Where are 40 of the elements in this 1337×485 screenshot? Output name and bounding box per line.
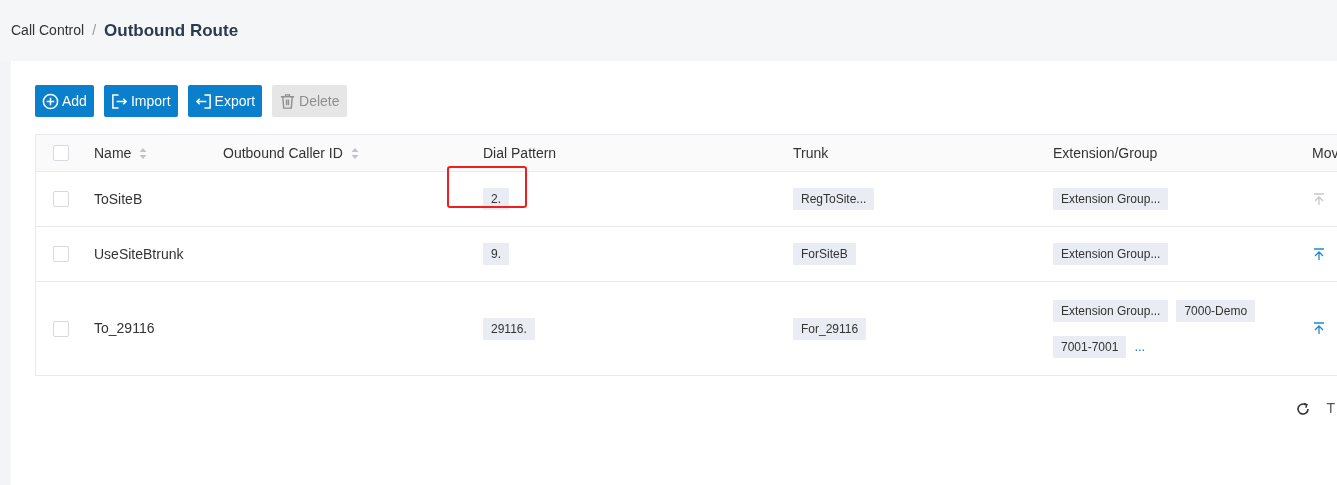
plus-circle-icon xyxy=(42,92,59,110)
column-header: Outbound Caller ID xyxy=(223,143,343,163)
tag: 7000-Demo xyxy=(1176,299,1256,322)
tag: 2. xyxy=(483,188,509,210)
export-icon xyxy=(194,92,212,110)
breadcrumb-link[interactable]: Call Control xyxy=(11,20,85,41)
checkbox[interactable] xyxy=(53,191,69,207)
tag: Extension Group... xyxy=(1053,299,1169,322)
trash-icon xyxy=(279,92,297,110)
tag: 9. xyxy=(483,243,509,265)
refresh-icon[interactable] xyxy=(1296,401,1311,416)
import-button[interactable]: Import xyxy=(103,85,178,117)
column-header: Extension/Group xyxy=(1053,143,1158,163)
column-header: Name xyxy=(94,143,132,163)
tag: Extension Group... xyxy=(1053,243,1169,265)
footer-text: T xyxy=(1326,399,1335,418)
move-to-top-icon[interactable] xyxy=(1313,247,1325,261)
column-header: Dial Pattern xyxy=(483,143,557,163)
checkbox[interactable] xyxy=(53,145,69,161)
table-cell-text: ToSiteB xyxy=(94,189,143,209)
tag: Extension Group... xyxy=(1053,188,1169,210)
table-cell-text: UseSiteBtrunk xyxy=(94,244,184,264)
table-cell-text: To_29116 xyxy=(94,319,155,338)
import-icon xyxy=(110,92,128,110)
tag: ForSiteB xyxy=(793,243,856,265)
add-button[interactable]: Add xyxy=(35,85,94,117)
tag: For_29116 xyxy=(793,317,867,340)
tag: 7001-7001 xyxy=(1053,335,1127,358)
column-header: Trunk xyxy=(793,143,829,163)
checkbox[interactable] xyxy=(53,246,69,262)
export-button[interactable]: Export xyxy=(187,85,263,117)
more-link[interactable]: ... xyxy=(1134,336,1146,357)
tag: RegToSite... xyxy=(793,188,875,210)
move-to-top-icon[interactable] xyxy=(1313,322,1325,335)
page-title: Outbound Route xyxy=(104,19,239,42)
sort-icon[interactable] xyxy=(350,146,359,160)
tag: 29116. xyxy=(483,317,535,340)
breadcrumb-separator: / xyxy=(92,21,97,40)
checkbox[interactable] xyxy=(53,320,69,337)
sort-icon[interactable] xyxy=(139,146,148,160)
